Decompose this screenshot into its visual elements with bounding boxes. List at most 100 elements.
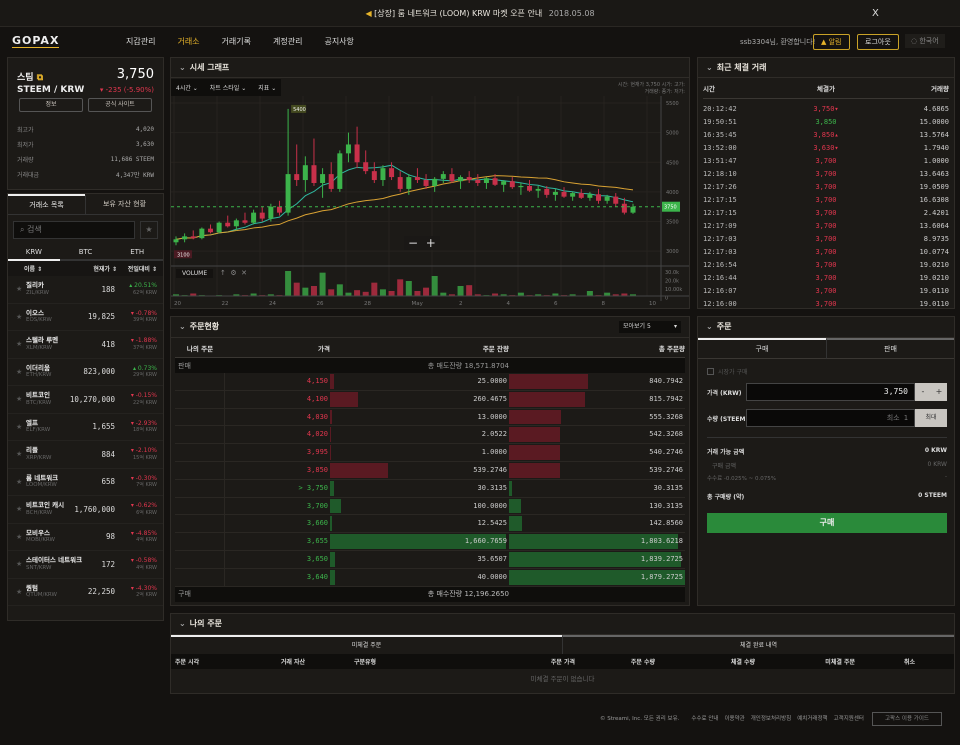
banner-text[interactable]: [상장] 룸 네트워크 (LOOM) KRW 마켓 오픈 안내 xyxy=(374,9,542,18)
indicator-select[interactable]: 지표 ⌄ xyxy=(258,83,276,92)
market-row[interactable]: ★ 엘프 ELF/KRW 1,655 ▾ -2.93% 18억 KRW xyxy=(8,414,163,441)
collapse-icon[interactable]: ⌄ xyxy=(179,63,186,72)
order-price[interactable]: 3,850 xyxy=(225,462,330,479)
favorites-filter-button[interactable]: ★ xyxy=(140,221,158,239)
price-input[interactable]: 3,750 xyxy=(746,383,915,401)
favorite-star-icon[interactable]: ★ xyxy=(16,368,26,376)
footer-link[interactable]: 예치거래정책 xyxy=(797,716,827,722)
nav-item[interactable]: 거래기록 xyxy=(222,37,251,46)
tab-holdings[interactable]: 보유 자산 현황 xyxy=(85,194,163,214)
external-link-icon[interactable]: ⧉ xyxy=(37,73,43,83)
col-name[interactable]: 이름 ⇕ xyxy=(24,264,67,273)
order-price[interactable]: 3,655 xyxy=(225,533,330,550)
search-input[interactable]: ⌕ 검색 xyxy=(13,221,135,239)
ask-row[interactable]: 3,850 539.2746 539.2746 xyxy=(175,461,685,480)
footer-link[interactable]: 개인정보처리방침 xyxy=(751,716,791,722)
checkbox-icon[interactable] xyxy=(707,368,714,375)
ask-row[interactable]: 3,995 1.0000 540.2746 xyxy=(175,444,685,462)
move-up-icon[interactable]: ↑ xyxy=(220,269,226,277)
favorite-star-icon[interactable]: ★ xyxy=(16,423,26,431)
close-banner-button[interactable]: X xyxy=(872,0,879,27)
footer-link[interactable]: 수수료 안내 xyxy=(691,716,718,722)
collapse-icon[interactable]: ⌄ xyxy=(706,322,713,331)
close-icon[interactable]: ✕ xyxy=(241,269,247,277)
market-order-checkbox[interactable]: 시장가 구매 xyxy=(707,367,748,376)
market-row[interactable]: ★ 이오스 EOS/KRW 19,825 ▾ -0.78% 39억 KRW xyxy=(8,304,163,331)
base-tab-krw[interactable]: KRW xyxy=(8,245,60,261)
order-price[interactable]: 3,650 xyxy=(225,551,330,568)
market-row[interactable]: ★ 스텔라 루멘 XLM/KRW 418 ▾ -1.88% 37억 KRW xyxy=(8,331,163,359)
order-price[interactable]: 4,150 xyxy=(225,373,330,390)
tab-exchange-list[interactable]: 거래소 목록 xyxy=(8,194,85,215)
ask-row[interactable]: 4,030 13.0000 555.3268 xyxy=(175,408,685,427)
ask-row[interactable]: 4,150 25.0000 840.7942 xyxy=(175,373,685,391)
tab-buy[interactable]: 구매 xyxy=(698,337,826,359)
favorite-star-icon[interactable]: ★ xyxy=(16,313,26,321)
collapse-icon[interactable]: ⌄ xyxy=(179,619,186,628)
chart-style-select[interactable]: 차트 스타일 ⌄ xyxy=(210,83,246,92)
order-price[interactable]: 3,995 xyxy=(225,444,330,461)
collapse-icon[interactable]: ⌄ xyxy=(179,322,186,331)
footer-link[interactable]: 고객지원센터 xyxy=(834,716,864,722)
market-row[interactable]: ★ 리플 XRP/KRW 884 ▾ -2.10% 15억 KRW xyxy=(8,441,163,469)
ask-row[interactable]: 4,100 260.4675 815.7942 xyxy=(175,390,685,409)
nav-item[interactable]: 거래소 xyxy=(177,37,199,46)
logout-button[interactable]: 로그아웃 xyxy=(857,34,899,50)
bid-row[interactable]: 3,640 40.0000 1,879.2725 xyxy=(175,568,685,587)
max-quantity-button[interactable]: 최대 xyxy=(915,409,947,427)
market-row[interactable]: ★ 비트코인 캐시 BCH/KRW 1,760,000 ▾ -0.62% 6억 KRW xyxy=(8,496,163,524)
order-price[interactable]: 4,030 xyxy=(225,409,330,426)
market-row[interactable]: ★ 비트코인 BTC/KRW 10,270,000 ▾ -0.15% 22억 KRW xyxy=(8,386,163,414)
market-row[interactable]: ★ 스테이터스 네트워크 SNT/KRW 172 ▾ -0.58% 4억 KRW xyxy=(8,551,163,579)
collapse-icon[interactable]: ⌄ xyxy=(706,63,713,72)
footer-link[interactable]: 이용약관 xyxy=(724,716,744,722)
price-increment-button[interactable]: + xyxy=(931,383,947,401)
favorite-star-icon[interactable]: ★ xyxy=(16,395,26,403)
order-price[interactable]: 4,100 xyxy=(225,391,330,408)
order-price[interactable]: 3,700 xyxy=(225,498,330,515)
base-tab-btc[interactable]: BTC xyxy=(60,248,112,256)
nav-item[interactable]: 공지사항 xyxy=(324,37,353,46)
col-price[interactable]: 현재가 ⇕ xyxy=(67,264,117,273)
bid-row[interactable]: 3,650 35.6507 1,839.2725 xyxy=(175,550,685,569)
bid-row[interactable]: 3,700 100.0000 130.3135 xyxy=(175,497,685,516)
favorite-star-icon[interactable]: ★ xyxy=(16,505,26,513)
price-decrement-button[interactable]: - xyxy=(915,383,931,401)
tab-sell[interactable]: 판매 xyxy=(826,337,954,359)
bid-row[interactable]: 3,660 12.5425 142.8560 xyxy=(175,515,685,534)
grouping-select[interactable]: 모아보기 5 ▾ xyxy=(619,321,681,333)
favorite-star-icon[interactable]: ★ xyxy=(16,450,26,458)
gear-icon[interactable]: ⚙ xyxy=(230,269,236,277)
favorite-star-icon[interactable]: ★ xyxy=(16,533,26,541)
tab-filled-orders[interactable]: 체결 완료 내역 xyxy=(562,635,954,654)
favorite-star-icon[interactable]: ★ xyxy=(16,478,26,486)
guide-button[interactable]: 고팍스 이용 가이드 xyxy=(872,712,942,726)
market-row[interactable]: ★ 질리카 ZIL/KRW 188 ▴ 20.51% 62억 KRW xyxy=(8,276,163,304)
announcement-banner[interactable]: ◀ [상장] 룸 네트워크 (LOOM) KRW 마켓 오픈 안내 2018.0… xyxy=(0,0,960,27)
favorite-star-icon[interactable]: ★ xyxy=(16,560,26,568)
ask-row[interactable]: 4,020 2.0522 542.3268 xyxy=(175,426,685,445)
col-change[interactable]: 전일대비 ⇕ xyxy=(117,264,157,273)
language-select[interactable]: ◌ 한국어 xyxy=(905,34,945,48)
order-price[interactable]: 3,640 xyxy=(225,569,330,586)
favorite-star-icon[interactable]: ★ xyxy=(16,340,26,348)
bid-row[interactable]: > 3,750 30.3135 30.3135 xyxy=(175,479,685,498)
candlestick-chart[interactable]: 5500 5000 4500 4000 3500 3000 30.0k 20.0k 10.00k… xyxy=(171,96,690,309)
buy-submit-button[interactable]: 구매 xyxy=(707,513,947,533)
tab-open-orders[interactable]: 미체결 주문 xyxy=(171,635,562,654)
order-price[interactable]: 3,660 xyxy=(225,515,330,532)
info-button[interactable]: 정보 xyxy=(19,98,83,112)
interval-select[interactable]: 4시간 ⌄ xyxy=(176,83,198,92)
zoom-in-button[interactable]: + xyxy=(426,236,436,250)
base-tab-eth[interactable]: ETH xyxy=(111,248,163,256)
alarm-button[interactable]: ▲ 알림 xyxy=(813,34,850,50)
market-row[interactable]: ★ 모비우스 MOBI/KRW 98 ▾ -4.85% 4억 KRW xyxy=(8,524,163,551)
order-price[interactable]: 4,020 xyxy=(225,426,330,443)
official-site-button[interactable]: 공식 사이트 xyxy=(88,98,152,112)
market-row[interactable]: ★ 이더리움 ETH/KRW 823,000 ▴ 0.73% 29억 KRW xyxy=(8,359,163,386)
nav-item[interactable]: 계정관리 xyxy=(273,37,302,46)
logo[interactable]: GOPAX xyxy=(12,34,60,48)
quantity-input[interactable]: 최소 1 xyxy=(746,409,915,427)
favorite-star-icon[interactable]: ★ xyxy=(16,588,26,596)
market-row[interactable]: ★ 룸 네트워크 LOOM/KRW 658 ▾ -0.30% 7억 KRW xyxy=(8,469,163,496)
